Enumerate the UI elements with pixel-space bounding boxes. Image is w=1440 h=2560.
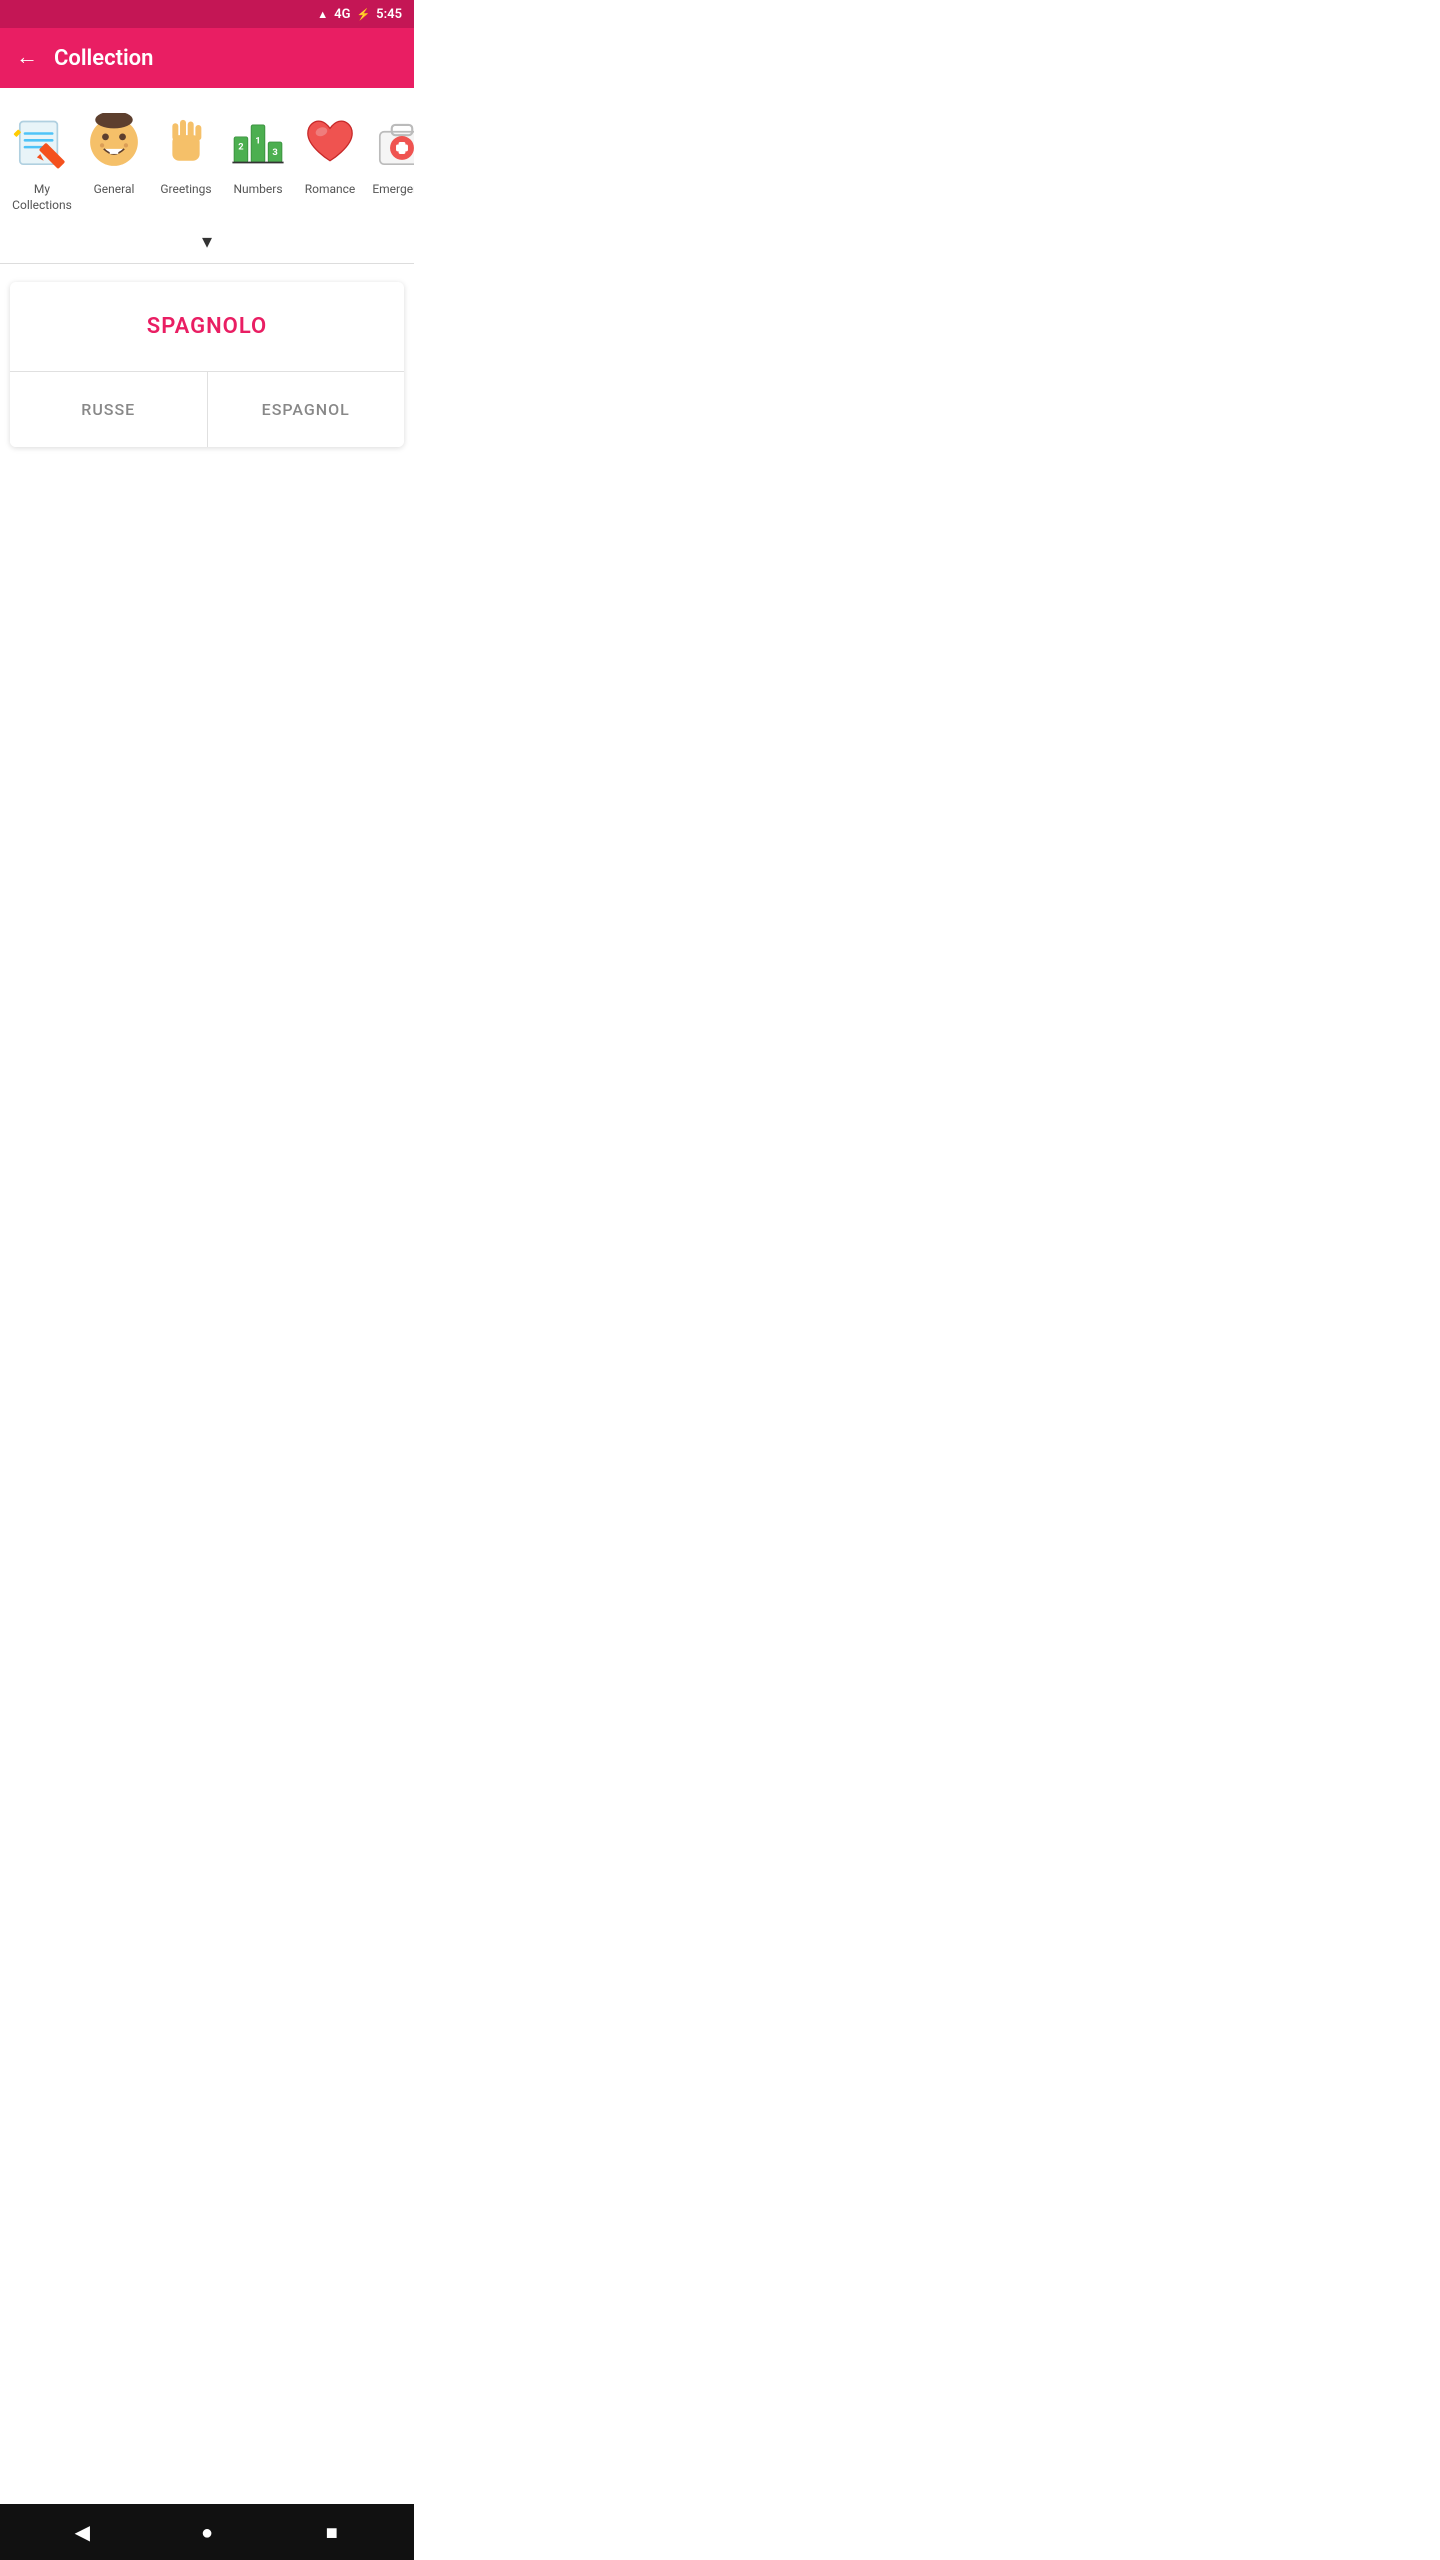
greetings-icon xyxy=(152,108,220,176)
network-label: 4G xyxy=(334,7,350,22)
language-card: SPAGNOLO RUSSE ESPAGNOL xyxy=(10,282,404,447)
section-divider xyxy=(0,263,414,264)
right-language-label: ESPAGNOL xyxy=(262,400,350,419)
language-card-bottom: RUSSE ESPAGNOL xyxy=(10,372,404,447)
nav-back-button[interactable]: ◀ xyxy=(62,2512,102,2552)
emergency-icon xyxy=(368,108,414,176)
battery-icon: ⚡ xyxy=(356,8,370,21)
romance-label: Romance xyxy=(305,182,356,198)
numbers-label: Numbers xyxy=(233,182,282,198)
time-label: 5:45 xyxy=(376,7,402,22)
category-item-general[interactable]: General xyxy=(80,104,148,217)
chevron-row[interactable]: ▾ xyxy=(0,225,414,263)
left-language-label: RUSSE xyxy=(81,400,135,419)
svg-text:2: 2 xyxy=(238,142,244,153)
romance-icon xyxy=(296,108,364,176)
category-item-romance[interactable]: Romance xyxy=(296,104,364,217)
my-collections-icon xyxy=(8,108,76,176)
left-language-option[interactable]: RUSSE xyxy=(10,372,208,447)
right-language-option[interactable]: ESPAGNOL xyxy=(208,372,405,447)
bottom-nav: ◀ ● ■ xyxy=(0,2504,414,2560)
category-item-my-collections[interactable]: My Collections xyxy=(8,104,76,217)
language-card-top[interactable]: SPAGNOLO xyxy=(10,282,404,372)
header: ← Collection xyxy=(0,28,414,88)
nav-home-button[interactable]: ● xyxy=(187,2512,227,2552)
nav-recent-button[interactable]: ■ xyxy=(312,2512,352,2552)
network-icon: ▲ xyxy=(317,8,328,21)
category-item-emergency[interactable]: Emergency xyxy=(368,104,414,217)
svg-text:3: 3 xyxy=(272,147,277,158)
top-language-label: SPAGNOLO xyxy=(147,314,267,339)
general-label: General xyxy=(94,182,135,198)
chevron-down-icon[interactable]: ▾ xyxy=(202,229,212,253)
numbers-icon: 2 1 3 xyxy=(224,108,292,176)
svg-text:1: 1 xyxy=(255,136,260,147)
category-item-numbers[interactable]: 2 1 3 Numbers xyxy=(224,104,292,217)
emergency-label: Emergency xyxy=(372,182,414,198)
category-row: My Collections General xyxy=(0,88,414,225)
category-item-greetings[interactable]: Greetings xyxy=(152,104,220,217)
greetings-label: Greetings xyxy=(160,182,211,198)
back-button[interactable]: ← xyxy=(16,47,38,69)
general-icon xyxy=(80,108,148,176)
status-bar: ▲ 4G ⚡ 5:45 xyxy=(0,0,414,28)
page-title: Collection xyxy=(54,46,153,71)
my-collections-label: My Collections xyxy=(12,182,72,213)
